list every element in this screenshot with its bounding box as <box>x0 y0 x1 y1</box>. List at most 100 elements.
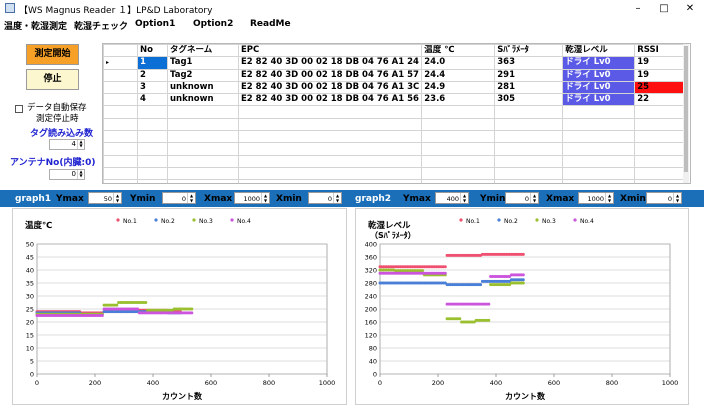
empty-cell[interactable] <box>421 179 496 183</box>
empty-cell[interactable] <box>634 117 686 132</box>
empty-cell[interactable] <box>237 166 423 181</box>
table-row[interactable]: 4 unknown E2 82 40 3D 00 02 18 DB 04 76 A1… <box>103 93 686 107</box>
empty-table-row[interactable] <box>103 117 686 132</box>
empty-cell[interactable] <box>137 130 168 144</box>
col-header-no[interactable]: No <box>137 44 168 58</box>
empty-table-row[interactable] <box>103 105 686 119</box>
tag-read-count-spinner[interactable]: 4 ▲ ▼ <box>49 139 85 150</box>
graph1-ymin-input[interactable]: 0 ▲ ▼ <box>162 192 196 204</box>
col-header-sparam[interactable]: Sﾊﾟﾗﾒｰﾀ <box>494 44 564 58</box>
empty-cell[interactable] <box>103 166 138 181</box>
empty-cell[interactable] <box>237 130 423 144</box>
empty-cell[interactable] <box>494 179 564 183</box>
row-header[interactable] <box>103 80 138 95</box>
tag-data-grid[interactable]: No タグネーム EPC 温度 ℃ Sﾊﾟﾗﾒｰﾀ 乾湿レベル RSSI ▸ 1 T… <box>102 43 691 184</box>
graph1-ymax-input[interactable]: 50 ▲ ▼ <box>88 192 122 204</box>
col-header-humidity-level[interactable]: 乾湿レベル <box>562 44 636 58</box>
empty-cell[interactable] <box>494 130 564 144</box>
empty-cell[interactable] <box>103 105 138 119</box>
empty-cell[interactable] <box>137 154 168 168</box>
empty-cell[interactable] <box>634 179 686 183</box>
empty-cell[interactable] <box>562 179 636 183</box>
cell-humidity-level[interactable]: ドライ Lv0 <box>562 93 636 107</box>
empty-cell[interactable] <box>494 154 564 168</box>
table-row[interactable]: 2 Tag2 E2 82 40 3D 00 02 18 DB 04 76 A1 57… <box>103 68 686 82</box>
minimize-button[interactable]: – <box>628 1 648 16</box>
vertical-scrollbar[interactable] <box>683 44 689 183</box>
empty-cell[interactable] <box>237 105 423 119</box>
cell-no[interactable]: 1 <box>137 56 168 70</box>
empty-cell[interactable] <box>421 166 496 181</box>
empty-cell[interactable] <box>103 142 138 156</box>
col-header-rssi[interactable]: RSSI <box>634 44 686 58</box>
empty-cell[interactable] <box>562 130 636 144</box>
empty-cell[interactable] <box>634 130 686 144</box>
cell-sparam[interactable]: 363 <box>494 56 564 70</box>
empty-cell[interactable] <box>167 154 239 168</box>
cell-sparam[interactable]: 305 <box>494 93 564 107</box>
spinner-arrows-icon[interactable]: ▲ ▼ <box>77 170 84 179</box>
empty-cell[interactable] <box>103 179 138 183</box>
cell-epc[interactable]: E2 82 40 3D 00 02 18 DB 04 76 A1 57 <box>237 68 423 82</box>
empty-cell[interactable] <box>634 154 686 168</box>
spinner-arrows-icon[interactable]: ▲ ▼ <box>187 193 195 203</box>
graph1-xmax-input[interactable]: 1000 ▲ ▼ <box>234 192 270 204</box>
cell-tagname[interactable]: unknown <box>167 80 239 95</box>
cell-no[interactable]: 3 <box>137 80 168 95</box>
start-measure-button[interactable]: 測定開始 <box>26 44 79 65</box>
cell-rssi[interactable]: 19 <box>634 68 686 82</box>
spinner-arrows-icon[interactable]: ▲ ▼ <box>333 193 341 203</box>
empty-cell[interactable] <box>167 105 239 119</box>
row-header[interactable]: ▸ <box>103 56 138 70</box>
stop-button[interactable]: 停止 <box>26 69 79 90</box>
menu-option2[interactable]: Option2 <box>193 19 233 29</box>
empty-cell[interactable] <box>421 142 496 156</box>
spinner-arrows-icon[interactable]: ▲ ▼ <box>113 193 121 203</box>
empty-cell[interactable] <box>167 179 239 183</box>
empty-cell[interactable] <box>137 105 168 119</box>
cell-humidity-level[interactable]: ドライ Lv0 <box>562 68 636 82</box>
empty-table-row[interactable] <box>103 130 686 144</box>
empty-cell[interactable] <box>494 142 564 156</box>
cell-no[interactable]: 4 <box>137 93 168 107</box>
empty-cell[interactable] <box>167 130 239 144</box>
spinner-arrows-icon[interactable]: ▲ ▼ <box>605 193 613 203</box>
row-header[interactable] <box>103 93 138 107</box>
empty-cell[interactable] <box>494 105 564 119</box>
empty-cell[interactable] <box>421 105 496 119</box>
empty-cell[interactable] <box>137 166 168 181</box>
empty-cell[interactable] <box>494 117 564 132</box>
spinner-arrows-icon[interactable]: ▲ ▼ <box>460 193 468 203</box>
cell-tagname[interactable]: Tag1 <box>167 56 239 70</box>
row-header[interactable] <box>103 68 138 82</box>
cell-epc[interactable]: E2 82 40 3D 00 02 18 DB 04 76 A1 56 <box>237 93 423 107</box>
empty-cell[interactable] <box>634 166 686 181</box>
antenna-spinner[interactable]: 0 ▲ ▼ <box>49 169 85 180</box>
graph1-xmin-input[interactable]: 0 ▲ ▼ <box>308 192 342 204</box>
auto-save-checkbox[interactable] <box>15 105 23 113</box>
empty-cell[interactable] <box>237 179 423 183</box>
cell-humidity-level[interactable]: ドライ Lv0 <box>562 56 636 70</box>
menu-humidity-check[interactable]: 乾湿チェック <box>74 19 128 32</box>
close-button[interactable]: ✕ <box>680 1 700 16</box>
cell-sparam[interactable]: 281 <box>494 80 564 95</box>
col-header-epc[interactable]: EPC <box>237 44 423 58</box>
menu-option1[interactable]: Option1 <box>135 19 175 29</box>
graph2-xmin-input[interactable]: 0 ▲ ▼ <box>646 192 682 204</box>
empty-cell[interactable] <box>634 105 686 119</box>
scrollbar-thumb[interactable] <box>684 46 688 172</box>
cell-tagname[interactable]: unknown <box>167 93 239 107</box>
empty-cell[interactable] <box>137 117 168 132</box>
empty-table-row[interactable] <box>103 142 686 156</box>
cell-sparam[interactable]: 291 <box>494 68 564 82</box>
empty-cell[interactable] <box>562 166 636 181</box>
cell-rssi[interactable]: 19 <box>634 56 686 70</box>
empty-cell[interactable] <box>237 154 423 168</box>
cell-temperature[interactable]: 23.6 <box>421 93 496 107</box>
cell-temperature[interactable]: 24.0 <box>421 56 496 70</box>
cell-temperature[interactable]: 24.4 <box>421 68 496 82</box>
empty-table-row[interactable] <box>103 166 686 181</box>
cell-temperature[interactable]: 24.9 <box>421 80 496 95</box>
empty-table-row[interactable] <box>103 179 686 183</box>
spinner-arrows-icon[interactable]: ▲ ▼ <box>261 193 269 203</box>
